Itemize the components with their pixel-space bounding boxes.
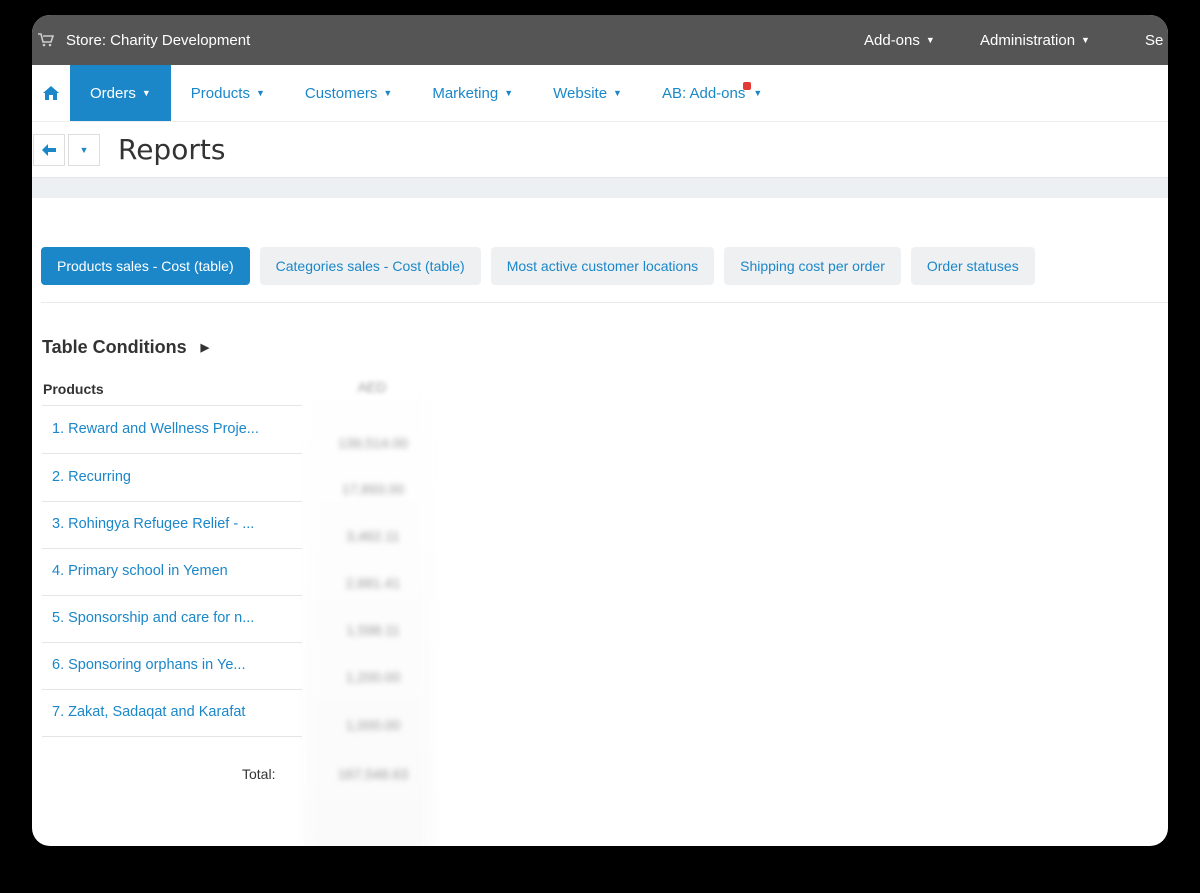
- tab-order-statuses[interactable]: Order statuses: [910, 247, 1035, 285]
- top-bar: Store: Charity Development Add-ons ▼ Adm…: [32, 15, 1168, 65]
- product-link[interactable]: 6. Sponsoring orphans in Ye...: [52, 657, 245, 673]
- product-link[interactable]: 1. Reward and Wellness Proje...: [52, 421, 259, 437]
- product-link[interactable]: 2. Recurring: [52, 469, 131, 485]
- home-button[interactable]: [32, 65, 70, 121]
- table-row: 6. Sponsoring orphans in Ye...: [42, 642, 302, 690]
- chevron-down-icon: ▼: [1081, 35, 1090, 45]
- chevron-down-icon: ▼: [383, 88, 393, 98]
- table-conditions-toggle[interactable]: Table Conditions ▶: [42, 337, 209, 358]
- product-link[interactable]: 3. Rohingya Refugee Relief - ...: [52, 516, 254, 532]
- admin-window: Store: Charity Development Add-ons ▼ Adm…: [32, 15, 1168, 846]
- tab-shipping-cost-per-order[interactable]: Shipping cost per order: [724, 247, 901, 285]
- page-header: ▼ Reports: [32, 122, 1168, 177]
- back-button[interactable]: [33, 133, 65, 166]
- cart-icon: [38, 33, 54, 47]
- table-row: 2. Recurring: [42, 454, 302, 502]
- nav-customers-label: Customers: [304, 84, 378, 102]
- store-label: Store: Charity Development: [66, 31, 251, 49]
- chevron-down-icon: ▼: [79, 144, 89, 155]
- table-row: 5. Sponsorship and care for n...: [42, 595, 302, 643]
- chevron-down-icon: ▼: [925, 35, 935, 45]
- table-row: 4. Primary school in Yemen: [42, 548, 302, 596]
- store-switcher[interactable]: Store: Charity Development: [38, 32, 250, 49]
- addons-label: Add-ons: [864, 31, 920, 49]
- main-nav: Orders ▼ Products ▼ Customers ▼ Marketing ▼ …: [32, 65, 1168, 122]
- nav-website[interactable]: Website ▼: [533, 65, 642, 121]
- nav-products[interactable]: Products ▼: [171, 65, 285, 121]
- administration-menu[interactable]: Administration ▼: [980, 15, 1090, 65]
- column-header-products: Products: [43, 381, 104, 397]
- notification-dot: [743, 82, 752, 90]
- tab-active-customer-locations[interactable]: Most active customer locations: [490, 247, 715, 285]
- row-value: 3,462.11: [346, 528, 400, 544]
- administration-label: Administration: [980, 31, 1076, 49]
- arrow-left-icon: [42, 143, 56, 156]
- row-value: 17,893.00: [341, 481, 405, 497]
- page-title: Reports: [118, 133, 226, 166]
- nav-website-label: Website: [553, 84, 608, 102]
- row-value: 2,881.41: [345, 575, 401, 591]
- row-value: 1,200.00: [345, 669, 401, 685]
- column-header-currency: AED: [357, 379, 387, 395]
- product-link[interactable]: 7. Zakat, Sadaqat and Karafat: [52, 704, 245, 720]
- table-row: 7. Zakat, Sadaqat and Karafat: [42, 689, 302, 737]
- total-label: Total:: [242, 766, 276, 782]
- settings-label: Se: [1145, 31, 1164, 49]
- toolbar-strip: [32, 177, 1168, 198]
- nav-marketing-label: Marketing: [432, 84, 499, 102]
- settings-menu[interactable]: Se: [1145, 15, 1163, 65]
- nav-marketing[interactable]: Marketing ▼: [412, 65, 533, 121]
- product-link[interactable]: 4. Primary school in Yemen: [52, 563, 228, 579]
- tab-products-sales-cost[interactable]: Products sales - Cost (table): [41, 247, 250, 285]
- tab-categories-sales-cost[interactable]: Categories sales - Cost (table): [259, 247, 481, 285]
- nav-orders[interactable]: Orders ▼: [70, 65, 171, 121]
- caret-right-icon: ▶: [200, 342, 210, 354]
- nav-orders-label: Orders: [90, 84, 136, 102]
- row-value: 139,514.00: [337, 435, 409, 451]
- total-value: 167,548.63: [337, 766, 409, 782]
- nav-products-label: Products: [190, 84, 250, 102]
- row-value: 1,000.00: [345, 717, 401, 733]
- history-dropdown-button[interactable]: ▼: [68, 133, 100, 166]
- table-conditions-label: Table Conditions: [42, 337, 187, 357]
- chevron-down-icon: ▼: [613, 88, 622, 98]
- tabs-divider: [41, 302, 1168, 303]
- chevron-down-icon: ▼: [753, 88, 763, 98]
- nav-customers[interactable]: Customers ▼: [285, 65, 412, 121]
- row-value: 1,598.11: [346, 622, 400, 638]
- table-row: 1. Reward and Wellness Proje...: [42, 406, 302, 454]
- addons-menu[interactable]: Add-ons ▼: [864, 15, 935, 65]
- chevron-down-icon: ▼: [504, 88, 514, 98]
- table-row: 3. Rohingya Refugee Relief - ...: [42, 501, 302, 549]
- nav-ab-addons[interactable]: AB: Add-ons ▼: [642, 65, 782, 121]
- chevron-down-icon: ▼: [255, 88, 265, 98]
- product-link[interactable]: 5. Sponsorship and care for n...: [52, 610, 254, 626]
- chevron-down-icon: ▼: [141, 88, 151, 98]
- home-icon: [43, 86, 59, 100]
- nav-ab-addons-label: AB: Add-ons: [661, 84, 746, 102]
- report-tabs: Products sales - Cost (table) Categories…: [41, 247, 1035, 285]
